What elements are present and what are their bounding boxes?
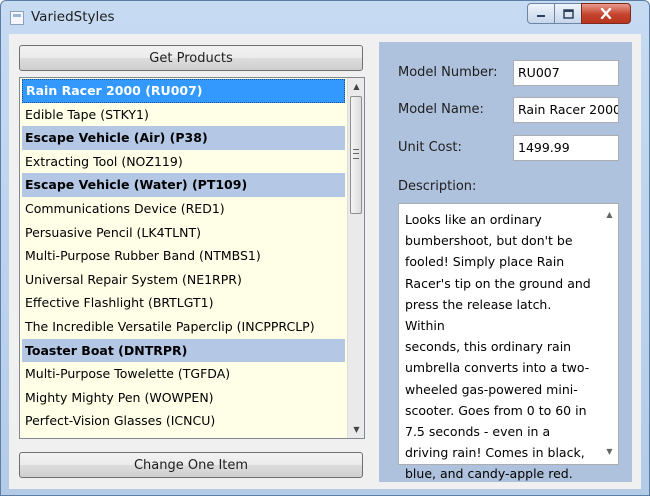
products-listbox[interactable]: Rain Racer 2000 (RU007) Edible Tape (STKY… (19, 77, 365, 439)
scroll-up-icon[interactable]: ▲ (348, 78, 364, 95)
description-line: Looks like an ordinary (405, 212, 542, 227)
scroll-up-icon[interactable]: ▲ (601, 210, 618, 219)
description-textbox[interactable]: Looks like an ordinary bumbershoot, but d… (398, 203, 619, 481)
window-title: VariedStyles (31, 9, 115, 25)
description-line: seconds, this ordinary rain (405, 339, 572, 355)
list-item[interactable]: Rain Racer 2000 (RU007) (22, 79, 345, 103)
title-bar[interactable]: VariedStyles (1, 1, 649, 35)
model-name-field[interactable]: Rain Racer 2000 (513, 97, 619, 123)
minimize-button[interactable] (527, 3, 555, 24)
change-one-item-button[interactable]: Change One Item (19, 452, 363, 478)
maximize-button[interactable] (554, 3, 582, 24)
description-scrollbar[interactable]: ▲ ▼ (601, 204, 618, 464)
description-line: wheeled gas-powered mini- (405, 381, 578, 397)
list-item[interactable]: Mighty Mighty Pen (WOWPEN) (22, 386, 345, 410)
products-list: Rain Racer 2000 (RU007) Edible Tape (STKY… (22, 79, 345, 433)
description-line: press the release latch. Within (405, 296, 552, 334)
list-item[interactable]: Toaster Boat (DNTRPR) (22, 338, 345, 363)
close-icon (600, 8, 612, 19)
list-scrollbar[interactable]: ▲ ▼ (347, 78, 364, 438)
description-line: Racer's tip on the ground and (405, 275, 591, 291)
description-line: umbrella converts into a two- (405, 360, 590, 376)
window-icon (10, 11, 24, 25)
description-line: driving rain! Comes in black, (405, 445, 585, 461)
list-item[interactable]: Persuasive Pencil (LK4TLNT) (22, 221, 345, 245)
list-item[interactable]: Edible Tape (STKY1) (22, 103, 345, 127)
list-item[interactable]: Universal Repair System (NE1RPR) (22, 268, 345, 292)
grip-icon (353, 149, 359, 159)
description-line: fooled! Simply place Rain (405, 254, 565, 270)
scroll-down-icon[interactable]: ▼ (348, 421, 364, 438)
client-area: Get Products Rain Racer 2000 (RU007) Edib… (9, 34, 641, 489)
description-line: 7.5 seconds - even in a (405, 424, 551, 440)
details-panel: Model Number: RU007 Model Name: Rain Rac… (379, 42, 632, 482)
list-item[interactable]: The Incredible Versatile Paperclip (INCP… (22, 315, 345, 339)
scroll-thumb[interactable] (350, 96, 362, 214)
model-name-label: Model Name: (398, 102, 484, 117)
list-item[interactable]: Extracting Tool (NOZ119) (22, 150, 345, 174)
list-item[interactable]: Escape Vehicle (Water) (PT109) (22, 173, 345, 197)
description-line: bumbershoot, but don't be (405, 233, 573, 249)
scroll-down-icon[interactable]: ▼ (601, 447, 618, 456)
description-label: Description: (398, 179, 477, 194)
list-item[interactable]: Escape Vehicle (Air) (P38) (22, 126, 345, 150)
model-number-field[interactable]: RU007 (513, 60, 619, 86)
description-line: scooter. Goes from 0 to 60 in (405, 402, 587, 418)
list-item[interactable]: Multi-Purpose Towelette (TGFDA) (22, 362, 345, 386)
minimize-icon (537, 14, 545, 17)
list-item[interactable]: Communications Device (RED1) (22, 197, 345, 221)
model-number-label: Model Number: (398, 65, 498, 80)
app-window: VariedStyles Get Products Rain Racer 200… (0, 0, 650, 496)
description-text: Looks like an ordinary bumbershoot, but d… (405, 209, 595, 485)
unit-cost-label: Unit Cost: (398, 140, 462, 155)
maximize-icon (562, 8, 574, 19)
close-button[interactable] (581, 3, 631, 24)
list-item[interactable]: Perfect-Vision Glasses (ICNCU) (22, 409, 345, 433)
get-products-button[interactable]: Get Products (19, 45, 363, 71)
unit-cost-field[interactable]: 1499.99 (513, 135, 619, 161)
description-line: blue, and candy-apple red. (405, 466, 573, 482)
list-item[interactable]: Multi-Purpose Rubber Band (NTMBS1) (22, 244, 345, 268)
list-item[interactable]: Effective Flashlight (BRTLGT1) (22, 291, 345, 315)
